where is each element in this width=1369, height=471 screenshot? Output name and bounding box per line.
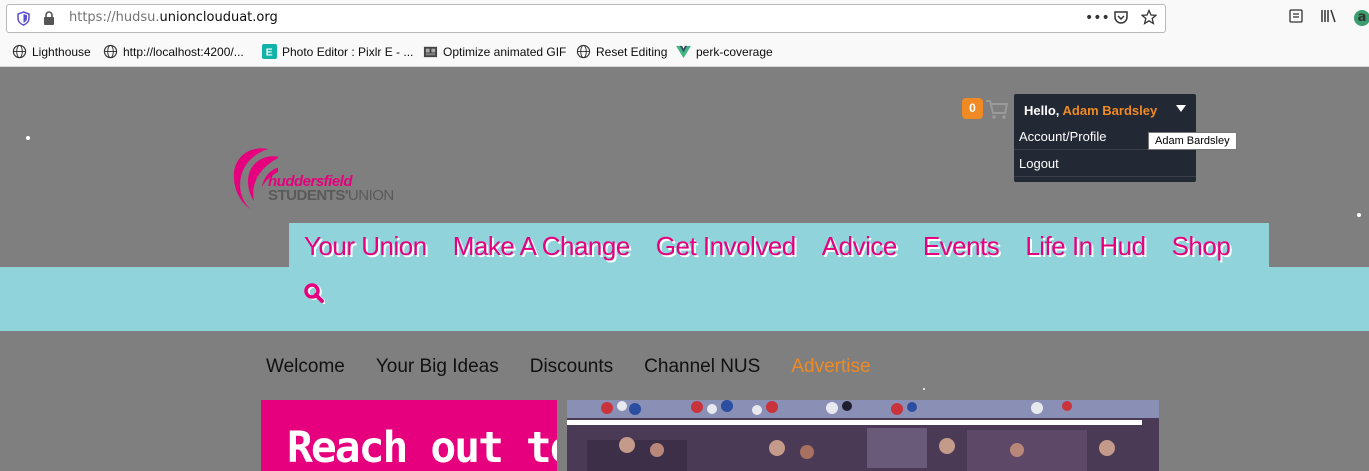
pocket-icon[interactable]: [1113, 9, 1129, 27]
nav-item-advice[interactable]: Advice: [822, 231, 898, 262]
globe-icon: [12, 44, 27, 59]
url-actions: •••: [1085, 8, 1158, 27]
bookmark-reset-editing[interactable]: Reset Editing: [576, 44, 667, 59]
url-text[interactable]: https://hudsu.unionclouduat.org: [69, 10, 278, 25]
photo-divider-line: [567, 420, 1142, 425]
bookmark-label: perk-coverage: [696, 44, 773, 59]
decorative-dot: [1357, 213, 1361, 217]
subnav-item-channel-nus[interactable]: Channel NUS: [644, 356, 760, 378]
nav-item-events[interactable]: Events: [923, 231, 1000, 262]
nav-item-life-in-hud[interactable]: Life In Hud: [1025, 231, 1146, 262]
bookmark-label: Reset Editing: [596, 44, 668, 59]
cart-icon[interactable]: [985, 97, 1009, 121]
decorative-dot: [26, 136, 30, 140]
globe-icon: [103, 44, 118, 59]
tooltip: Adam Bardsley: [1148, 132, 1237, 150]
bookmark-label: Optimize animated GIF: [443, 44, 567, 59]
browser-right-tools: a: [1288, 8, 1369, 28]
nav-item-make-a-change[interactable]: Make A Change: [453, 231, 631, 262]
logo-text-union: UNION: [347, 187, 394, 204]
sub-nav: Welcome Your Big Ideas Discounts Channel…: [266, 356, 871, 378]
bookmarks-bar: Lighthouse http://localhost:4200/... E P…: [0, 38, 1369, 67]
subnav-item-discounts[interactable]: Discounts: [530, 356, 613, 378]
chevron-down-icon[interactable]: [1176, 105, 1186, 112]
web-page: 0 Hello, Adam Bardsley Account/Profile L…: [0, 67, 1369, 471]
subnav-item-welcome[interactable]: Welcome: [266, 356, 345, 378]
main-nav-links: Your Union Make A Change Get Involved Ad…: [304, 231, 1231, 262]
bookmark-optimize-gif[interactable]: Optimize animated GIF: [423, 44, 566, 59]
logo-text-students-union: STUDENTS'UNION: [268, 187, 394, 204]
bookmark-star-icon[interactable]: [1140, 8, 1158, 27]
lock-icon[interactable]: [43, 11, 55, 26]
bookmark-pixlr[interactable]: E Photo Editor : Pixlr E - ...: [262, 44, 413, 59]
globe-icon: [576, 44, 591, 59]
nav-band: [0, 267, 1369, 331]
bookmark-localhost[interactable]: http://localhost:4200/...: [103, 44, 244, 59]
decorative-dot: [923, 388, 925, 390]
promo-banner: Reach out to: [261, 400, 557, 471]
page-actions-icon[interactable]: •••: [1085, 9, 1110, 27]
logo-text-students: STUDENTS': [268, 187, 348, 204]
bookmark-label: http://localhost:4200/...: [123, 44, 244, 59]
svg-text:E: E: [266, 47, 273, 58]
subnav-item-advertise[interactable]: Advertise: [791, 356, 870, 378]
vue-icon: [676, 45, 691, 59]
nav-item-shop[interactable]: Shop: [1172, 231, 1231, 262]
cart-count-badge[interactable]: 0: [962, 98, 983, 119]
browser-toolbar: https://hudsu.unionclouduat.org ••• a: [0, 0, 1369, 38]
subnav-item-your-big-ideas[interactable]: Your Big Ideas: [376, 356, 499, 378]
library-icon[interactable]: [1320, 8, 1338, 28]
gif-icon: [423, 46, 438, 58]
amazon-assistant-icon[interactable]: a: [1354, 10, 1369, 26]
pixlr-icon: E: [262, 44, 277, 59]
user-name: Adam Bardsley: [1062, 103, 1158, 118]
menu-item-logout[interactable]: Logout: [1014, 151, 1196, 177]
event-photo: [567, 400, 1159, 471]
url-host: unionclouduat.org: [159, 10, 278, 25]
huddersfield-su-logo[interactable]: huddersfield STUDENTS'UNION: [228, 143, 418, 215]
crowd-image: [567, 400, 1159, 471]
address-bar[interactable]: https://hudsu.unionclouduat.org •••: [6, 4, 1166, 33]
promo-heading: Reach out to: [287, 423, 557, 471]
bookmark-perk-coverage[interactable]: perk-coverage: [676, 44, 773, 59]
nav-item-your-union[interactable]: Your Union: [304, 231, 427, 262]
reader-view-icon[interactable]: [1288, 8, 1304, 28]
bookmark-label: Lighthouse: [32, 44, 91, 59]
tracking-shield-icon[interactable]: [17, 11, 30, 26]
user-greeting[interactable]: Hello, Adam Bardsley: [1024, 103, 1157, 118]
url-prefix: https://hudsu.: [69, 10, 160, 25]
nav-item-get-involved[interactable]: Get Involved: [656, 231, 796, 262]
hello-label: Hello,: [1024, 103, 1060, 118]
bookmark-label: Photo Editor : Pixlr E - ...: [282, 44, 414, 59]
search-icon[interactable]: [303, 283, 325, 305]
bookmark-lighthouse[interactable]: Lighthouse: [12, 44, 91, 59]
